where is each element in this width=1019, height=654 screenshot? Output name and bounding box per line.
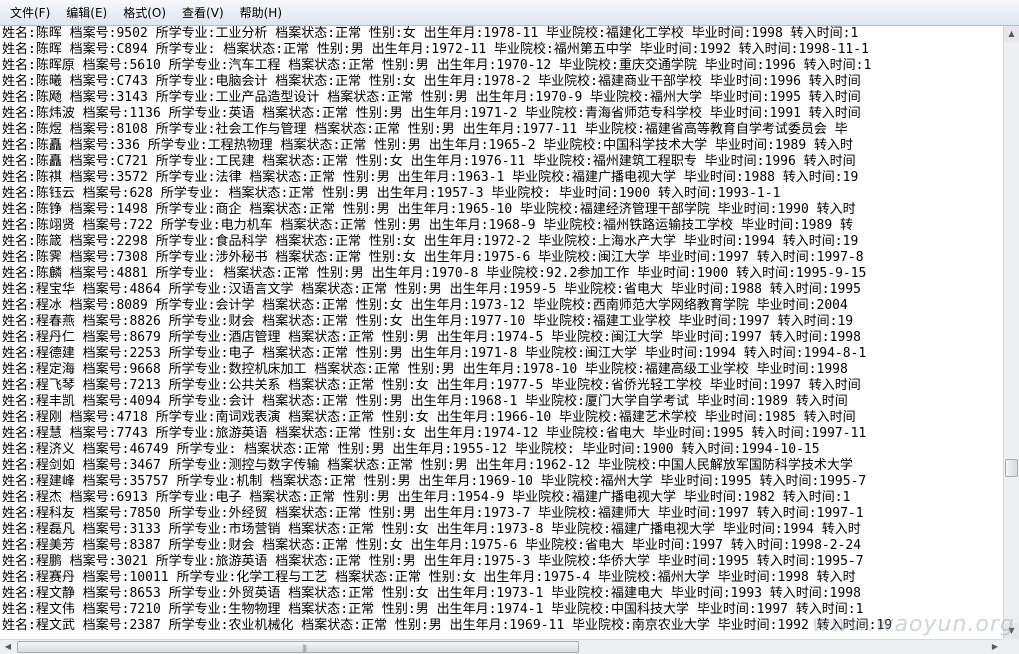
text-line: 姓名:程建峰 档案号:35757 所学专业:机制 档案状态:正常 性别:男 出生… xyxy=(2,474,867,489)
text-line: 姓名:陈晖原 档案号:5610 所学专业:汽车工程 档案状态:正常 性别:男 出… xyxy=(2,58,872,73)
scroll-left-icon[interactable]: ◀ xyxy=(0,640,16,654)
text-line: 姓名:程刚 档案号:4718 所学专业:南词戏表演 档案状态:正常 性别:女 出… xyxy=(2,410,856,425)
scrollbar-corner xyxy=(1003,639,1019,654)
text-line: 姓名:程鹏 档案号:3021 所学专业:旅游英语 档案状态:正常 性别:男 出生… xyxy=(2,554,864,569)
scroll-up-icon[interactable]: ▲ xyxy=(1004,26,1019,42)
text-line: 姓名:程剑如 档案号:3467 所学专业:测控与数字传输 档案状态:正常 性别:… xyxy=(2,458,853,473)
text-line: 姓名:陈翊贤 档案号:722 所学专业:电力机车 档案状态:正常 性别:男 出生… xyxy=(2,218,853,233)
text-line: 姓名:程宝华 档案号:4864 所学专业:汉语言文学 档案状态:正常 性别:男 … xyxy=(2,282,861,297)
horizontal-scrollbar[interactable]: ◀ ||| ▶ xyxy=(0,639,1003,654)
text-line: 姓名:陈煜 档案号:8108 所学专业:社会工作与管理 档案状态:正常 性别:男… xyxy=(2,122,848,137)
text-line: 姓名:陈炜波 档案号:1136 所学专业:英语 档案状态:正常 性别:男 出生年… xyxy=(2,106,861,121)
text-line: 姓名:程科友 档案号:7850 所学专业:外经贸 档案状态:正常 性别:男 出生… xyxy=(2,506,864,521)
text-line: 姓名:程文静 档案号:8653 所学专业:外贸英语 档案状态:正常 性别:女 出… xyxy=(2,586,861,601)
text-line: 姓名:程慧 档案号:7743 所学专业:旅游英语 档案状态:正常 性别:女 出生… xyxy=(2,426,867,441)
text-line: 姓名:陈矗 档案号:336 所学专业:工程热物理 档案状态:正常 性别:男 出生… xyxy=(2,138,853,153)
menu-item[interactable]: 帮助(H) xyxy=(232,1,290,25)
text-line: 姓名:程济义 档案号:46749 所学专业: 档案状态:正常 性别:男 出生年月… xyxy=(2,442,820,457)
text-line: 姓名:程丹仁 档案号:8679 所学专业:酒店管理 档案状态:正常 性别:男 出… xyxy=(2,330,861,345)
text-line: 姓名:陈钰云 档案号:628 所学专业: 档案状态:正常 性别:男 出生年月:1… xyxy=(2,186,781,201)
text-line: 姓名:陈麟 档案号:4881 所学专业: 档案状态:正常 性别:男 出生年月:1… xyxy=(2,266,867,281)
scroll-down-icon[interactable]: ▼ xyxy=(1004,623,1019,639)
text-line: 姓名:程德建 档案号:2253 所学专业:电子 档案状态:正常 性别:男 出生年… xyxy=(2,346,867,361)
text-line: 姓名:程磊凡 档案号:3133 所学专业:市场营销 档案状态:正常 性别:女 出… xyxy=(2,522,861,537)
text-line: 姓名:程文伟 档案号:7210 所学专业:生物物理 档案状态:正常 性别:男 出… xyxy=(2,602,864,617)
text-line: 姓名:陈飏 档案号:3143 所学专业:工业产品造型设计 档案状态:正常 性别:… xyxy=(2,90,861,105)
horizontal-scroll-thumb[interactable]: ||| xyxy=(17,641,579,653)
text-line: 姓名:陈霁 档案号:7308 所学专业:涉外秘书 档案状态:正常 性别:女 出生… xyxy=(2,250,864,265)
text-line: 姓名:程美芳 档案号:8387 所学专业:财会 档案状态:正常 性别:女 出生年… xyxy=(2,538,862,553)
text-line: 姓名:程冰 档案号:8089 所学专业:会计学 档案状态:正常 性别:女 出生年… xyxy=(2,298,848,313)
text-line: 姓名:陈晖 档案号:C894 所学专业: 档案状态:正常 性别:男 出生年月:1… xyxy=(2,42,869,57)
scroll-grip-icon: ||| xyxy=(302,644,307,652)
text-line: 姓名:程文武 档案号:2387 所学专业:农业机械化 档案状态:正常 性别:男 … xyxy=(2,618,893,633)
menu-item[interactable]: 查看(V) xyxy=(174,1,232,25)
menu-item[interactable]: 格式(O) xyxy=(115,1,174,25)
menu-item[interactable]: 编辑(E) xyxy=(58,1,115,25)
text-line: 姓名:程飞琴 档案号:7213 所学专业:公共关系 档案状态:正常 性别:女 出… xyxy=(2,378,861,393)
text-editor-area[interactable]: 姓名:陈晖 档案号:9502 所学专业:工业分析 档案状态:正常 性别:女 出生… xyxy=(0,26,1003,639)
text-line: 姓名:陈祺 档案号:3572 所学专业:法律 档案状态:正常 性别:男 出生年月… xyxy=(2,170,859,185)
text-line: 姓名:程赛丹 档案号:10011 所学专业:化学工程与工艺 档案状态:正常 性别… xyxy=(2,570,856,585)
text-line: 姓名:程丰凯 档案号:4094 所学专业:会计 档案状态:正常 性别:男 出生年… xyxy=(2,394,848,409)
scroll-right-icon[interactable]: ▶ xyxy=(987,640,1003,654)
vertical-scrollbar[interactable]: ▲ ▼ xyxy=(1003,26,1019,639)
text-line: 姓名:陈曦 档案号:C743 所学专业:电脑会计 档案状态:正常 性别:女 出生… xyxy=(2,74,861,89)
text-line: 姓名:程春燕 档案号:8826 所学专业:财会 档案状态:正常 性别:女 出生年… xyxy=(2,314,854,329)
text-line: 姓名:陈箴 档案号:2298 所学专业:食品科学 档案状态:正常 性别:女 出生… xyxy=(2,234,859,249)
menu-item[interactable]: 文件(F) xyxy=(2,1,58,25)
vertical-scroll-thumb[interactable] xyxy=(1005,458,1018,477)
text-line: 姓名:陈铮 档案号:1498 所学专业:商企 档案状态:正常 性别:男 出生年月… xyxy=(2,202,856,217)
text-line: 姓名:陈晖 档案号:9502 所学专业:工业分析 档案状态:正常 性别:女 出生… xyxy=(2,26,859,41)
menu-bar: 文件(F) 编辑(E) 格式(O) 查看(V) 帮助(H) xyxy=(0,0,1019,26)
text-line: 姓名:陈矗 档案号:C721 所学专业:工民建 档案状态:正常 性别:女 出生年… xyxy=(2,154,856,169)
text-line: 姓名:程杰 档案号:6913 所学专业:电子 档案状态:正常 性别:男 出生年月… xyxy=(2,490,851,505)
text-line: 姓名:程定海 档案号:9668 所学专业:数控机床加工 档案状态:正常 性别:男… xyxy=(2,362,848,377)
